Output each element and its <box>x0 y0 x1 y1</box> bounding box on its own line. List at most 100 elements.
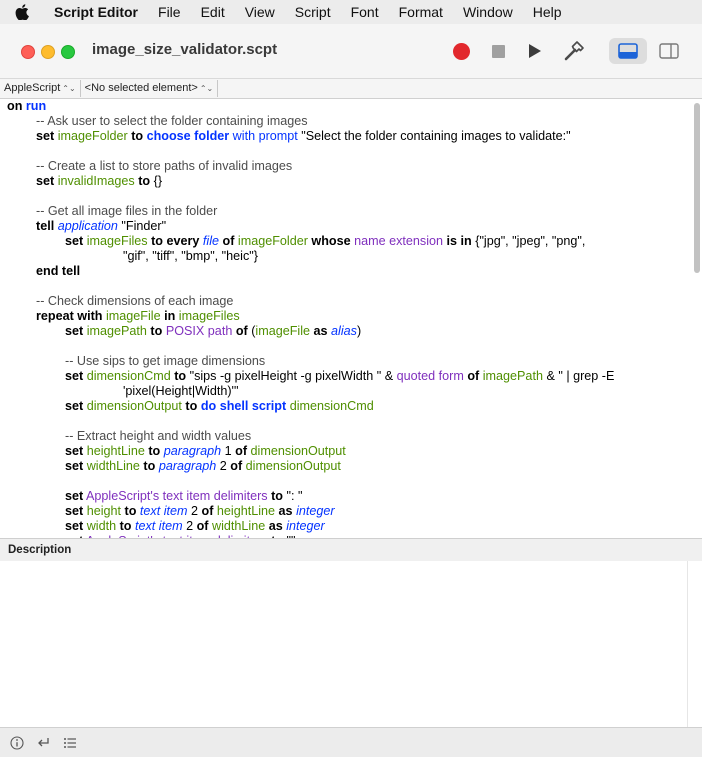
code-line: set heightLine to paragraph 1 of dimensi… <box>7 444 614 459</box>
code-token: as <box>278 504 293 518</box>
code-token: of <box>235 444 248 458</box>
code-line: -- Create a list to store paths of inval… <box>7 159 614 174</box>
script-editor[interactable]: on run -- Ask user to select the folder c… <box>0 99 702 538</box>
code-line: end tell <box>7 264 614 279</box>
code-token: to <box>185 399 198 413</box>
apple-icon[interactable] <box>0 0 44 24</box>
menu-script[interactable]: Script <box>285 0 341 24</box>
compile-button[interactable] <box>560 38 588 64</box>
code-token: widthLine <box>86 459 140 473</box>
code-line: -- Use sips to get image dimensions <box>7 354 614 369</box>
code-token: paragraph <box>163 444 222 458</box>
code-token: of <box>201 504 214 518</box>
code-line: on run <box>7 99 614 114</box>
editor-scrollbar[interactable] <box>694 103 700 273</box>
menu-file[interactable]: File <box>148 0 191 24</box>
info-button[interactable] <box>9 735 25 751</box>
code-token: heightLine <box>86 444 145 458</box>
hammer-icon <box>564 41 584 61</box>
code-token: to <box>119 519 132 533</box>
code-token: 'pixel(Height|Width)'" <box>123 384 239 398</box>
code-token: to <box>138 174 151 188</box>
menu-app-name[interactable]: Script Editor <box>44 0 148 24</box>
code-line: set imageFolder to choose folder with pr… <box>7 129 614 144</box>
reply-icon <box>38 738 49 747</box>
code-token: run <box>25 99 47 113</box>
code-token: AppleScript's text item delimiters <box>86 489 268 503</box>
menu-edit[interactable]: Edit <box>191 0 235 24</box>
code-line: set widthLine to paragraph 2 of dimensio… <box>7 459 614 474</box>
code-token: to <box>131 129 144 143</box>
list-icon <box>64 738 76 748</box>
code-line: set imagePath to POSIX path of (imageFil… <box>7 324 614 339</box>
code-token: {"jpg", "jpeg", "png", <box>471 234 586 248</box>
code-token: repeat with <box>36 309 103 323</box>
code-token: to <box>143 459 156 473</box>
code-token: 1 <box>221 444 236 458</box>
bottom-bar <box>0 727 702 757</box>
code-token: set <box>65 399 84 413</box>
element-popup[interactable]: <No selected element> ⌃⌄ <box>81 80 219 97</box>
language-label: AppleScript <box>4 82 61 94</box>
code-token: name extension <box>354 234 444 248</box>
code-token: to <box>124 504 137 518</box>
replies-button[interactable] <box>35 735 51 751</box>
code-token: -- Use sips to get image dimensions <box>65 354 266 368</box>
minimize-button[interactable] <box>41 45 55 59</box>
code-token: tell <box>36 219 55 233</box>
code-token: imageFolder <box>57 129 128 143</box>
code-line: set dimensionCmd to "sips -g pixelHeight… <box>7 369 614 384</box>
info-icon <box>10 736 24 750</box>
code-token: set <box>65 459 84 473</box>
code-token: invalidImages <box>57 174 135 188</box>
code-token: imageFolder <box>237 234 308 248</box>
code-token: set <box>65 489 84 503</box>
zoom-button[interactable] <box>61 45 75 59</box>
code-line: -- Ask user to select the folder contain… <box>7 114 614 129</box>
close-button[interactable] <box>21 45 35 59</box>
code-token: to <box>150 324 163 338</box>
code-line: set width to text item 2 of widthLine as… <box>7 519 614 534</box>
run-icon <box>529 44 541 58</box>
menu-help[interactable]: Help <box>523 0 572 24</box>
code-token: every <box>166 234 200 248</box>
script-editor-window: image_size_validator.scpt AppleScript ⌃⌄… <box>0 24 702 757</box>
menu-window[interactable]: Window <box>453 0 523 24</box>
code-token: widthLine <box>212 519 266 533</box>
popup-arrows-icon: ⌃⌄ <box>62 84 76 93</box>
menu-font[interactable]: Font <box>341 0 389 24</box>
code-token: of <box>230 459 243 473</box>
code-token: 2 <box>182 519 197 533</box>
description-field[interactable] <box>0 561 702 727</box>
description-header: Description <box>0 538 702 562</box>
show-log-toggle[interactable] <box>609 38 647 64</box>
title-bar: image_size_validator.scpt <box>0 24 702 79</box>
language-popup[interactable]: AppleScript ⌃⌄ <box>0 80 81 97</box>
menu-view[interactable]: View <box>235 0 285 24</box>
event-log-button[interactable] <box>62 735 78 751</box>
code-token: alias <box>331 324 357 338</box>
stop-icon <box>491 44 505 58</box>
code-token: imagePath <box>482 369 543 383</box>
stop-button[interactable] <box>487 38 509 64</box>
code-line: "gif", "tiff", "bmp", "heic"} <box>7 249 614 264</box>
record-button[interactable] <box>450 38 472 64</box>
run-button[interactable] <box>524 38 546 64</box>
menu-format[interactable]: Format <box>389 0 453 24</box>
code-token: to <box>151 234 163 248</box>
code-line: set invalidImages to {} <box>7 174 614 189</box>
menu-bar: Script Editor File Edit View Script Font… <box>0 0 702 24</box>
code-token: set <box>36 129 55 143</box>
popup-arrows-icon: ⌃⌄ <box>199 84 214 93</box>
show-sidebar-toggle[interactable] <box>655 38 683 64</box>
code-token: text item <box>139 504 188 518</box>
code-token: -- Ask user to select the folder contain… <box>36 114 308 128</box>
code-token: end tell <box>36 264 81 278</box>
code-token: do shell script <box>200 399 287 413</box>
code-token: whose <box>311 234 351 248</box>
code-line: set height to text item 2 of heightLine … <box>7 504 614 519</box>
code-token: 2 <box>187 504 202 518</box>
code-token: integer <box>296 504 335 518</box>
code-token: height <box>86 504 122 518</box>
